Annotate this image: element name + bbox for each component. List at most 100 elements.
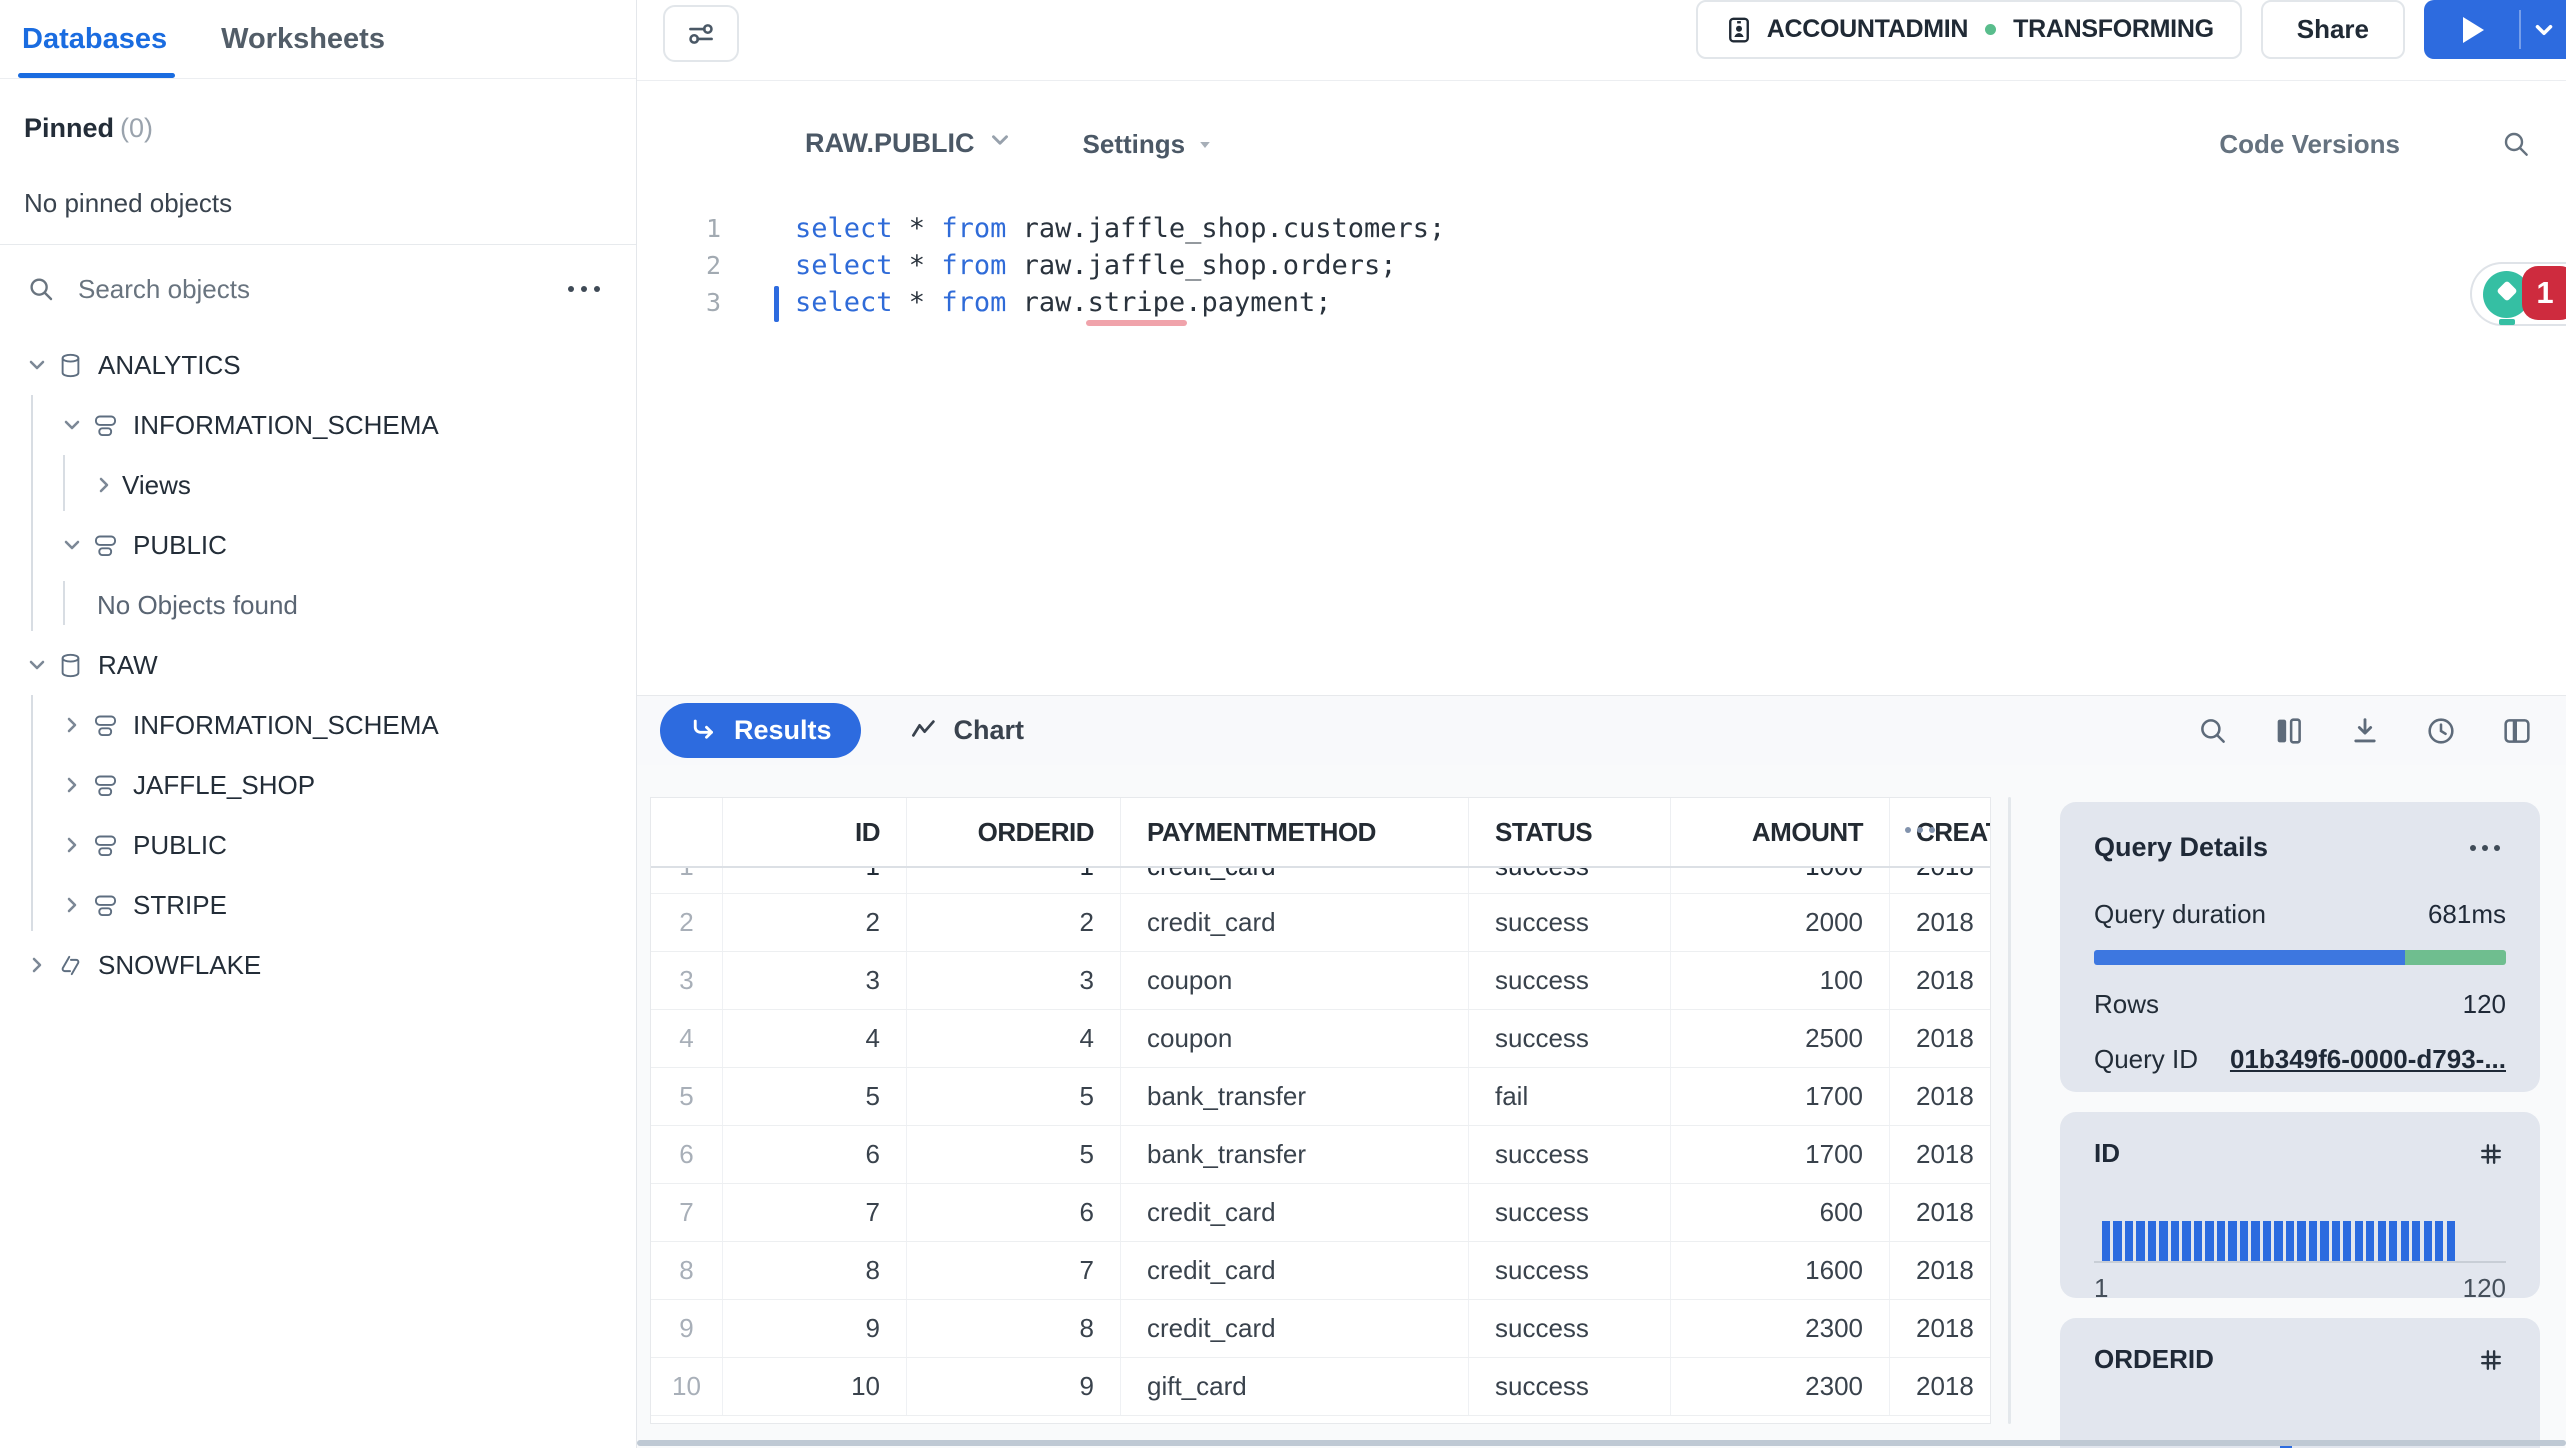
chevron-down-icon[interactable]	[60, 533, 90, 557]
table-cell[interactable]: 3	[723, 952, 907, 1009]
table-cell[interactable]: 1700	[1671, 1068, 1890, 1125]
editor-options-button[interactable]	[663, 5, 739, 62]
table-cell[interactable]: coupon	[1121, 952, 1469, 1009]
tab-chart[interactable]: Chart	[909, 715, 1024, 746]
search-results-icon[interactable]	[2196, 714, 2230, 748]
table-cell[interactable]: 2018	[1890, 1184, 1990, 1241]
table-cell[interactable]: 8	[723, 1242, 907, 1299]
download-icon[interactable]	[2348, 714, 2382, 748]
history-icon[interactable]	[2424, 714, 2458, 748]
chevron-right-icon[interactable]	[60, 833, 90, 857]
table-cell[interactable]: gift_card	[1121, 1358, 1469, 1415]
table-cell[interactable]: 8	[907, 1300, 1121, 1357]
table-cell[interactable]: 6	[723, 1126, 907, 1183]
horizontal-scrollbar[interactable]	[637, 1440, 2566, 1446]
table-cell[interactable]: 4	[723, 1010, 907, 1067]
tree-item-information-schema[interactable]: INFORMATION_SCHEMA	[0, 395, 636, 455]
table-cell[interactable]: 9	[723, 1300, 907, 1357]
tree-item-raw[interactable]: RAW	[0, 635, 636, 695]
query-details-menu-icon[interactable]	[2464, 839, 2506, 857]
table-cell[interactable]: 2000	[1671, 894, 1890, 951]
column-header-id[interactable]: ID	[723, 798, 907, 866]
table-cell[interactable]: success	[1469, 1242, 1671, 1299]
table-cell[interactable]: 1600	[1671, 1242, 1890, 1299]
table-cell[interactable]: success	[1469, 1358, 1671, 1415]
table-cell[interactable]: 4	[907, 1010, 1121, 1067]
table-cell[interactable]: 3	[907, 952, 1121, 1009]
editor-search-icon[interactable]	[2500, 128, 2532, 160]
share-button[interactable]: Share	[2260, 0, 2405, 59]
table-cell[interactable]: success	[1469, 1010, 1671, 1067]
chevron-right-icon[interactable]	[60, 893, 90, 917]
code-line-text[interactable]: select * from raw.stripe.payment;	[774, 286, 1332, 322]
tree-item-analytics[interactable]: ANALYTICS	[0, 335, 636, 395]
table-cell[interactable]: 7	[907, 1242, 1121, 1299]
more-options-icon[interactable]	[562, 280, 606, 298]
tree-item-public[interactable]: PUBLIC	[0, 515, 636, 575]
table-cell[interactable]: 1	[723, 868, 907, 893]
table-cell[interactable]: 2018	[1890, 1010, 1990, 1067]
table-cell[interactable]: 5	[907, 1068, 1121, 1125]
copilot-suggestion-pill[interactable]: 1	[2470, 262, 2566, 326]
table-cell[interactable]: 2018	[1890, 952, 1990, 1009]
chevron-right-icon[interactable]	[25, 953, 55, 977]
table-cell[interactable]: 2	[723, 894, 907, 951]
column-header-paymentmethod[interactable]: PAYMENTMETHOD	[1121, 798, 1469, 866]
code-line-text[interactable]: select * from raw.jaffle_shop.orders;	[795, 250, 1397, 281]
context-selector-button[interactable]: ACCOUNTADMIN TRANSFORMING	[1695, 0, 2242, 59]
table-cell[interactable]: success	[1469, 868, 1671, 893]
table-cell[interactable]: credit_card	[1121, 1184, 1469, 1241]
code-versions-button[interactable]: Code Versions	[2219, 129, 2400, 160]
run-button[interactable]	[2424, 0, 2519, 59]
chevron-down-icon[interactable]	[25, 653, 55, 677]
column-menu-icon[interactable]	[1905, 827, 1935, 833]
code-line-text[interactable]: select * from raw.jaffle_shop.customers;	[795, 213, 1445, 244]
chevron-down-icon[interactable]	[25, 353, 55, 377]
split-panel-icon[interactable]	[2500, 714, 2534, 748]
table-cell[interactable]: 2018	[1890, 1358, 1990, 1415]
tab-results[interactable]: Results	[660, 703, 861, 758]
table-cell[interactable]: 7	[723, 1184, 907, 1241]
tree-item-information-schema[interactable]: INFORMATION_SCHEMA	[0, 695, 636, 755]
tree-item-stripe[interactable]: STRIPE	[0, 875, 636, 935]
table-cell[interactable]: success	[1469, 1300, 1671, 1357]
table-cell[interactable]: success	[1469, 894, 1671, 951]
table-cell[interactable]: credit_card	[1121, 894, 1469, 951]
chevron-down-icon[interactable]	[60, 413, 90, 437]
table-cell[interactable]: success	[1469, 1126, 1671, 1183]
chevron-right-icon[interactable]	[92, 473, 122, 497]
chevron-right-icon[interactable]	[60, 713, 90, 737]
table-cell[interactable]: credit_card	[1121, 1300, 1469, 1357]
table-cell[interactable]: credit_card	[1121, 1242, 1469, 1299]
table-cell[interactable]: bank_transfer	[1121, 1126, 1469, 1183]
table-cell[interactable]: 2300	[1671, 1358, 1890, 1415]
table-cell[interactable]: 2	[907, 894, 1121, 951]
tree-item-jaffle-shop[interactable]: JAFFLE_SHOP	[0, 755, 636, 815]
table-cell[interactable]: 10	[723, 1358, 907, 1415]
tree-item-snowflake[interactable]: SNOWFLAKE	[0, 935, 636, 995]
table-cell[interactable]: 2018	[1890, 1068, 1990, 1125]
table-cell[interactable]: 1	[907, 868, 1121, 893]
column-header-status[interactable]: STATUS	[1469, 798, 1671, 866]
table-cell[interactable]: 1000	[1671, 868, 1890, 893]
sql-editor[interactable]: 1 select * from raw.jaffle_shop.customers…	[637, 176, 2566, 695]
search-objects-input[interactable]	[78, 273, 540, 305]
table-cell[interactable]: success	[1469, 1184, 1671, 1241]
table-cell[interactable]: 2018	[1890, 1300, 1990, 1357]
table-cell[interactable]: fail	[1469, 1068, 1671, 1125]
settings-dropdown[interactable]: Settings	[1083, 129, 1214, 160]
table-cell[interactable]: 9	[907, 1358, 1121, 1415]
table-cell[interactable]: 5	[723, 1068, 907, 1125]
table-cell[interactable]: 5	[907, 1126, 1121, 1183]
row-number-header[interactable]	[651, 798, 723, 866]
table-cell[interactable]: 2500	[1671, 1010, 1890, 1067]
table-cell[interactable]: 2300	[1671, 1300, 1890, 1357]
chevron-right-icon[interactable]	[60, 773, 90, 797]
table-cell[interactable]: 1700	[1671, 1126, 1890, 1183]
tree-item-public[interactable]: PUBLIC	[0, 815, 636, 875]
worksheet-context-dropdown[interactable]: RAW.PUBLIC	[805, 127, 1013, 160]
table-cell[interactable]: 2018	[1890, 1126, 1990, 1183]
columns-icon[interactable]	[2272, 714, 2306, 748]
table-cell[interactable]: 100	[1671, 952, 1890, 1009]
table-cell[interactable]: 600	[1671, 1184, 1890, 1241]
